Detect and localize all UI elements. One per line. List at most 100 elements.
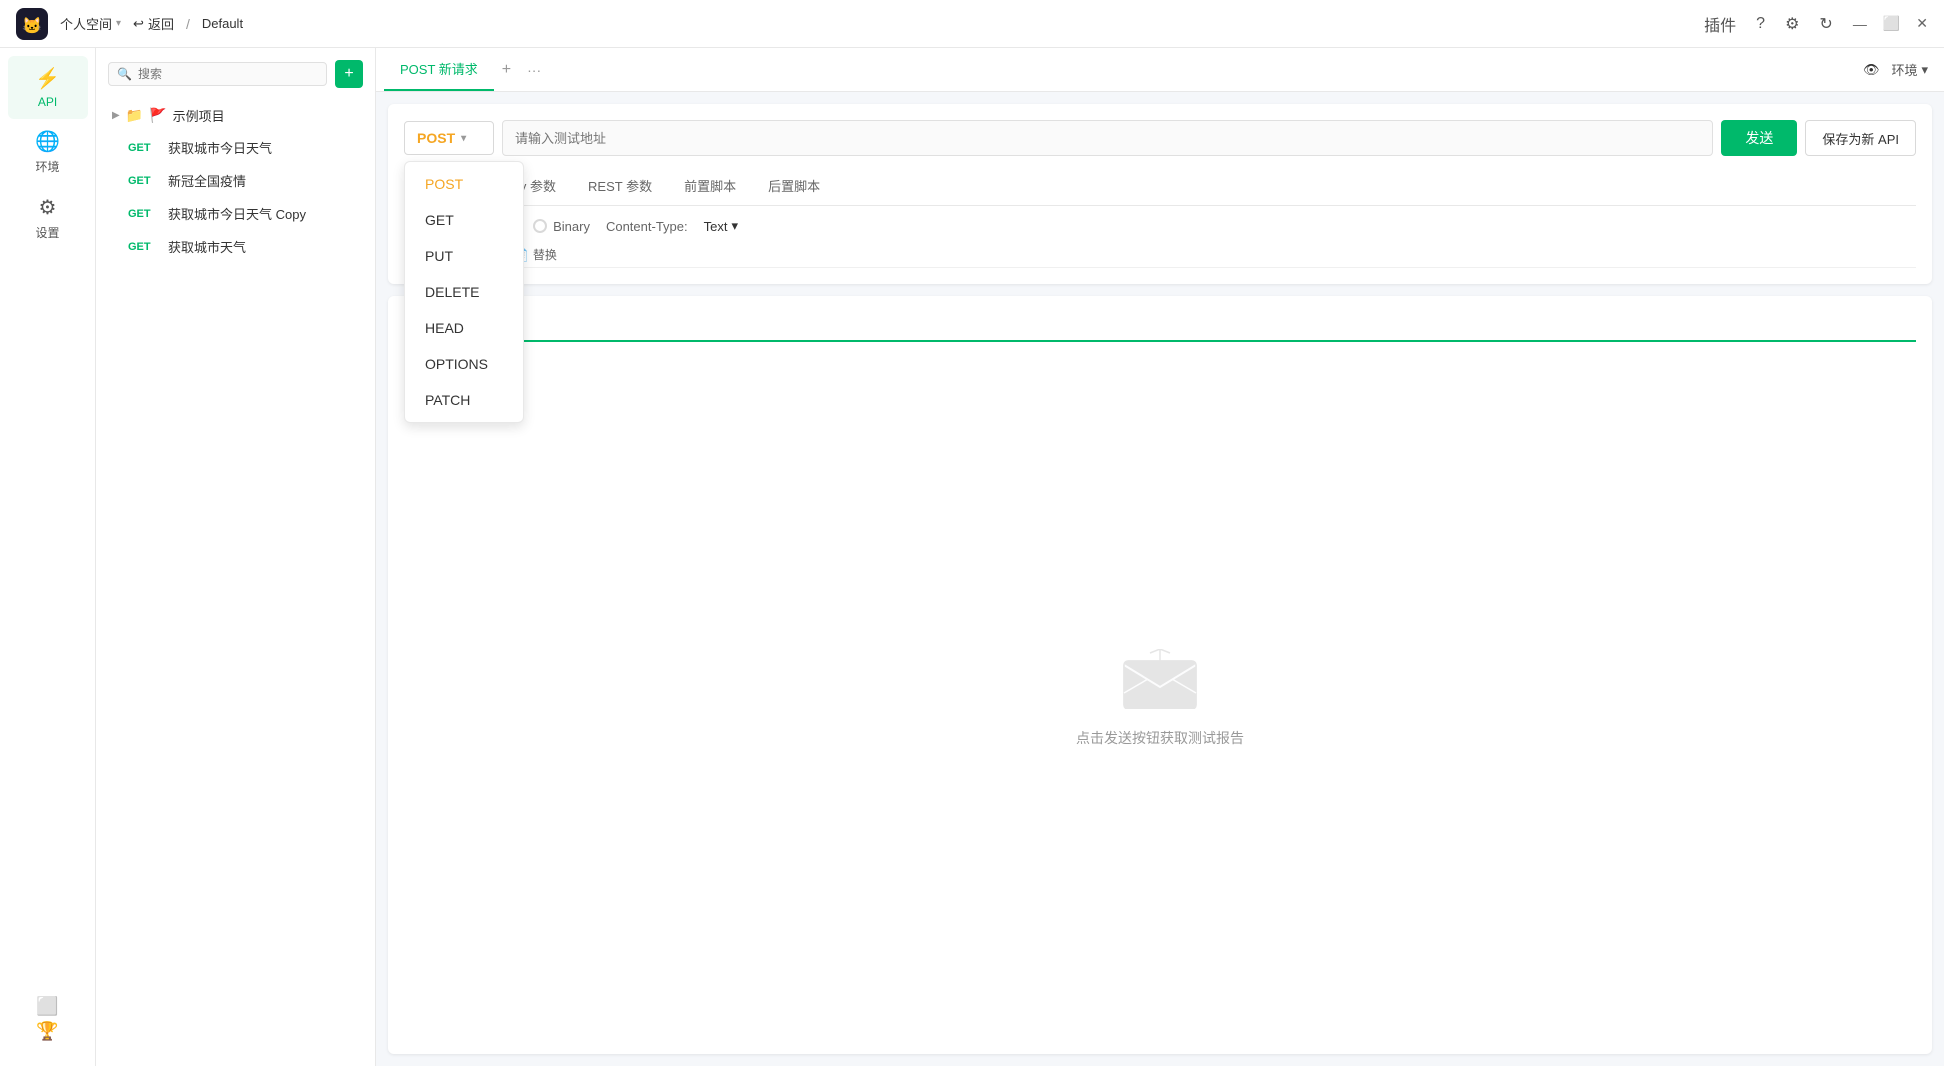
add-api-button[interactable]: + [335,60,363,88]
method-badge-get: GET [128,241,160,253]
empty-envelope-icon [1120,649,1200,712]
api-item-name: 获取城市今日天气 [168,138,272,157]
sidebar-bottom: ⬜ 🏆 [36,996,58,1058]
content-type-selector[interactable]: Text ▾ [704,218,738,234]
list-item[interactable]: GET 获取城市今日天气 Copy [104,197,367,230]
left-sidebar: ⚡ API 🌐 环境 ⚙ 设置 ⬜ 🏆 [0,48,96,1066]
method-chevron-icon: ▾ [461,133,466,144]
return-section: 返回值 点击发送按钮获取测试报告 [388,296,1932,1054]
preview-icon[interactable]: 👁 [1863,62,1880,78]
replace-label: 替换 [533,246,557,263]
settings-nav-label: 设置 [35,224,59,241]
list-item[interactable]: GET 新冠全国疫情 [104,164,367,197]
env-icon: 🌐 [35,129,60,154]
close-button[interactable]: ✕ [1916,15,1928,32]
main-content: POST 新请求 + ··· 👁 环境 ▾ [376,48,1944,1066]
method-selector: POST ▾ POST GET PUT DELETE HEAD OPTIONS … [404,121,494,155]
content-type-text: Text [704,219,728,234]
method-badge-get: GET [128,142,160,154]
tab-bar-right: 👁 环境 ▾ [1863,60,1936,79]
file-sidebar-header: 🔍 + [96,48,375,96]
search-input[interactable] [138,67,318,81]
main-layout: ⚡ API 🌐 环境 ⚙ 设置 ⬜ 🏆 🔍 [0,48,1944,1066]
env-chevron-icon: ▾ [1921,62,1928,78]
toolbar-icons: 插件 ? ⚙ ↻ [1704,12,1833,36]
tab-bar: POST 新请求 + ··· 👁 环境 ▾ [376,48,1944,92]
dropdown-item-head[interactable]: HEAD [405,310,523,346]
workspace-selector[interactable]: 个人空间 ▾ [60,14,121,33]
method-badge-get: GET [128,175,160,187]
bottom-btn-1[interactable]: ⬜ [36,996,58,1017]
radio-dot-binary [533,219,547,233]
dropdown-item-put[interactable]: PUT [405,238,523,274]
editor-toolbar: 📋 复制 🔍 搜索 📄 替换 [404,242,1916,268]
folder-chevron-icon: ▶ [112,110,120,121]
api-item-name: 新冠全国疫情 [168,171,246,190]
empty-text: 点击发送按钮获取测试报告 [1076,728,1244,748]
bottom-btn-2[interactable]: 🏆 [36,1021,58,1042]
workspace-chevron-icon: ▾ [116,18,121,29]
tab-rest-params[interactable]: REST 参数 [572,168,668,205]
folder-flag-icon: 🚩 [149,107,166,124]
api-item-name: 获取城市天气 [168,237,246,256]
tab-label: POST 新请求 [400,59,478,78]
plugin-button[interactable]: 插件 [1704,12,1736,36]
window-controls: — ⬜ ✕ [1853,15,1928,32]
api-nav-label: API [38,95,57,109]
radio-binary[interactable]: Binary [533,219,590,234]
svg-text:🐱: 🐱 [22,17,42,35]
search-box[interactable]: 🔍 [108,62,327,86]
tab-post-script[interactable]: 后置脚本 [752,168,836,205]
app-logo: 🐱 [16,8,48,40]
settings-icon[interactable]: ⚙ [1785,14,1799,34]
project-name: Default [202,16,243,31]
request-area: POST ▾ POST GET PUT DELETE HEAD OPTIONS … [388,104,1932,284]
minimize-button[interactable]: — [1853,16,1867,32]
tree-folder-examples[interactable]: ▶ 📁 🚩 示例项目 [104,100,367,131]
dropdown-item-patch[interactable]: PATCH [405,382,523,418]
dropdown-item-delete[interactable]: DELETE [405,274,523,310]
sidebar-item-env[interactable]: 🌐 环境 [8,119,88,185]
env-selector[interactable]: 环境 ▾ [1891,60,1928,79]
tab-more-button[interactable]: ··· [519,62,549,78]
list-item[interactable]: GET 获取城市今日天气 [104,131,367,164]
env-nav-label: 环境 [35,158,59,175]
breadcrumb-separator: / [186,16,190,32]
folder-icon: 📁 [126,107,143,124]
content-type-label: Content-Type: [606,219,688,234]
return-title: 返回值 [404,312,1916,342]
file-tree: ▶ 📁 🚩 示例项目 GET 获取城市今日天气 GET 新冠全国疫情 GET 获… [96,96,375,1066]
body-type-row: None Raw Binary Content-Type: Text ▾ [404,218,1916,234]
app-container: 🐱 个人空间 ▾ ↩ 返回 / Default 插件 ? ⚙ ↻ — ⬜ ✕ [0,0,1944,1066]
content-type-chevron-icon: ▾ [731,218,738,234]
dropdown-item-options[interactable]: OPTIONS [405,346,523,382]
save-api-button[interactable]: 保存为新 API [1805,120,1916,156]
sidebar-item-settings[interactable]: ⚙ 设置 [8,185,88,251]
title-bar: 🐱 个人空间 ▾ ↩ 返回 / Default 插件 ? ⚙ ↻ — ⬜ ✕ [0,0,1944,48]
tab-new-request[interactable]: POST 新请求 [384,48,494,91]
refresh-icon[interactable]: ↻ [1819,14,1832,34]
url-input[interactable] [502,120,1713,156]
maximize-button[interactable]: ⬜ [1883,15,1900,32]
method-dropdown: POST GET PUT DELETE HEAD OPTIONS PATCH [404,161,524,423]
empty-state: 点击发送按钮获取测试报告 [404,358,1916,1038]
api-item-name: 获取城市今日天气 Copy [168,204,306,223]
list-item[interactable]: GET 获取城市天气 [104,230,367,263]
request-tabs: 请求体 Query 参数 REST 参数 前置脚本 后置脚本 [404,168,1916,206]
tab-pre-script[interactable]: 前置脚本 [668,168,752,205]
tab-add-button[interactable]: + [494,61,519,79]
file-sidebar: 🔍 + ▶ 📁 🚩 示例项目 GET 获取城市今日天气 GET [96,48,376,1066]
back-button[interactable]: ↩ 返回 [133,14,174,33]
method-badge-get: GET [128,208,160,220]
send-button[interactable]: 发送 [1721,120,1797,156]
settings-nav-icon: ⚙ [39,195,57,220]
method-label: POST [417,130,455,146]
radio-label-binary: Binary [553,219,590,234]
folder-label: 示例项目 [173,106,225,125]
method-button[interactable]: POST ▾ [404,121,494,155]
dropdown-item-post[interactable]: POST [405,166,523,202]
help-icon[interactable]: ? [1756,15,1765,33]
search-icon: 🔍 [117,67,132,81]
sidebar-item-api[interactable]: ⚡ API [8,56,88,119]
dropdown-item-get[interactable]: GET [405,202,523,238]
